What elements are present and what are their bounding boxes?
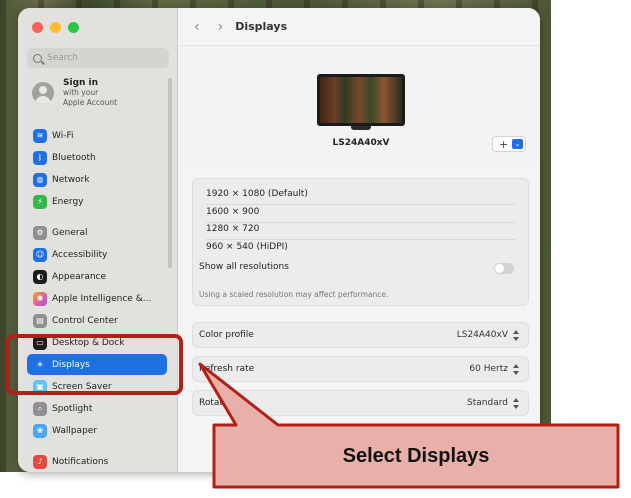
sidebar-item-label: General bbox=[52, 227, 88, 238]
color-profile-label: Color profile bbox=[199, 330, 254, 340]
sidebar-item-label: Appearance bbox=[52, 271, 107, 282]
appearance-icon: ◐ bbox=[33, 269, 47, 284]
sidebar-item-label: Network bbox=[52, 174, 90, 185]
display-arrangement: LS24A40xV + ⌄ bbox=[178, 46, 540, 164]
sidebar-item-control-center[interactable]: ▤ Control Center bbox=[27, 310, 167, 331]
search-icon bbox=[33, 53, 42, 63]
updown-chevron-icon bbox=[512, 329, 520, 341]
show-all-resolutions-label: Show all resolutions bbox=[199, 262, 289, 272]
sidebar-item-accessibility[interactable]: ☺ Accessibility bbox=[27, 244, 167, 265]
rotation-row: Rotation Standard bbox=[192, 390, 529, 416]
divider bbox=[206, 204, 515, 205]
color-profile-popup[interactable]: LS24A40xV bbox=[456, 329, 520, 341]
apple-account-signin[interactable]: Sign in with your Apple Account bbox=[32, 78, 117, 108]
displays-highlight-box bbox=[6, 334, 183, 395]
rotation-popup[interactable]: Standard bbox=[467, 397, 520, 409]
sidebar-item-general[interactable]: ⚙ General bbox=[27, 222, 167, 243]
updown-chevron-icon bbox=[512, 363, 520, 375]
show-all-resolutions-toggle[interactable] bbox=[494, 263, 514, 274]
bell-icon: ♪ bbox=[33, 454, 47, 469]
sidebar-item-label: Accessibility bbox=[52, 249, 108, 260]
refresh-rate-row: Refresh rate 60 Hertz bbox=[192, 356, 529, 382]
forward-chevron-icon[interactable]: › bbox=[218, 19, 224, 35]
plus-icon: + bbox=[499, 137, 509, 151]
flower-icon: ❀ bbox=[33, 423, 47, 438]
refresh-rate-label: Refresh rate bbox=[199, 364, 255, 374]
back-chevron-icon[interactable]: ‹ bbox=[194, 19, 200, 35]
sidebar-item-label: Apple Intelligence &... bbox=[52, 293, 152, 304]
bluetooth-icon: ᛒ bbox=[33, 150, 47, 165]
search-field[interactable] bbox=[27, 48, 169, 68]
sidebar-item-wifi[interactable]: ≋ Wi-Fi bbox=[27, 125, 167, 146]
resolution-option[interactable]: 1920 × 1080 (Default) bbox=[206, 189, 308, 199]
divider bbox=[206, 222, 515, 223]
resolution-card: 1920 × 1080 (Default) 1600 × 900 1280 × … bbox=[192, 178, 529, 306]
sidebar-item-label: Bluetooth bbox=[52, 152, 96, 163]
control-center-icon: ▤ bbox=[33, 313, 47, 328]
sidebar-item-label: Control Center bbox=[52, 315, 118, 326]
resolution-note: Using a scaled resolution may affect per… bbox=[199, 290, 389, 299]
account-subtitle-line2: Apple Account bbox=[63, 98, 118, 107]
system-settings-window: Sign in with your Apple Account ≋ Wi-Fi … bbox=[18, 8, 540, 472]
sidebar-item-label: Notifications bbox=[52, 456, 109, 467]
sidebar: Sign in with your Apple Account ≋ Wi-Fi … bbox=[18, 8, 178, 472]
resolution-option[interactable]: 1280 × 720 bbox=[206, 224, 259, 234]
color-profile-row: Color profile LS24A40xV bbox=[192, 322, 529, 348]
monitor-thumbnail[interactable] bbox=[317, 74, 405, 126]
page-title: Displays bbox=[235, 20, 288, 33]
minimize-button[interactable] bbox=[50, 22, 61, 33]
accessibility-icon: ☺ bbox=[33, 247, 47, 262]
sidebar-item-bluetooth[interactable]: ᛒ Bluetooth bbox=[27, 147, 167, 168]
sidebar-item-label: Spotlight bbox=[52, 403, 93, 414]
rotation-value: Standard bbox=[467, 398, 508, 408]
account-name: Sign in bbox=[63, 78, 99, 88]
rotation-label: Rotation bbox=[199, 398, 237, 408]
monitor-name: LS24A40xV bbox=[332, 138, 390, 148]
zoom-button[interactable] bbox=[68, 22, 79, 33]
refresh-rate-value: 60 Hertz bbox=[469, 364, 508, 374]
wifi-icon: ≋ bbox=[33, 128, 47, 143]
updown-chevron-icon bbox=[512, 397, 520, 409]
wallpaper-preview bbox=[320, 77, 402, 123]
close-button[interactable] bbox=[32, 22, 43, 33]
sidebar-item-label: Wallpaper bbox=[52, 425, 98, 436]
sidebar-item-energy[interactable]: ⚡ Energy bbox=[27, 191, 167, 212]
window-controls bbox=[32, 22, 79, 33]
sidebar-item-apple-intelligence[interactable]: ✺ Apple Intelligence &... bbox=[27, 288, 167, 309]
magnifier-icon: ⌕ bbox=[33, 401, 47, 416]
avatar-icon bbox=[32, 82, 54, 104]
sidebar-item-label: Energy bbox=[52, 196, 84, 207]
globe-icon: ◍ bbox=[33, 172, 47, 187]
resolution-option[interactable]: 1600 × 900 bbox=[206, 207, 259, 217]
sidebar-item-notifications[interactable]: ♪ Notifications bbox=[27, 451, 167, 472]
chevron-down-icon: ⌄ bbox=[512, 139, 523, 149]
displays-pane: ‹ › Displays LS24A40xV + ⌄ 1920 × 1080 (… bbox=[178, 8, 540, 472]
sidebar-item-spotlight[interactable]: ⌕ Spotlight bbox=[27, 398, 167, 419]
apple-intelligence-icon: ✺ bbox=[33, 291, 47, 306]
sidebar-item-wallpaper[interactable]: ❀ Wallpaper bbox=[27, 420, 167, 441]
refresh-rate-popup[interactable]: 60 Hertz bbox=[469, 363, 520, 375]
sidebar-item-network[interactable]: ◍ Network bbox=[27, 169, 167, 190]
gear-icon: ⚙ bbox=[33, 225, 47, 240]
sidebar-item-appearance[interactable]: ◐ Appearance bbox=[27, 266, 167, 287]
callout-label: Select Displays bbox=[342, 444, 490, 467]
resolution-option[interactable]: 960 × 540 (HiDPI) bbox=[206, 242, 288, 252]
divider bbox=[206, 239, 515, 240]
add-display-button[interactable]: + ⌄ bbox=[492, 136, 526, 152]
toolbar: ‹ › Displays bbox=[178, 8, 540, 46]
account-subtitle-line1: with your bbox=[63, 88, 99, 97]
sidebar-item-label: Wi-Fi bbox=[52, 130, 74, 141]
color-profile-value: LS24A40xV bbox=[456, 330, 508, 340]
monitor-stand bbox=[351, 126, 371, 130]
search-input[interactable] bbox=[47, 53, 157, 63]
sidebar-scrollbar[interactable] bbox=[168, 78, 172, 268]
battery-icon: ⚡ bbox=[33, 194, 47, 209]
